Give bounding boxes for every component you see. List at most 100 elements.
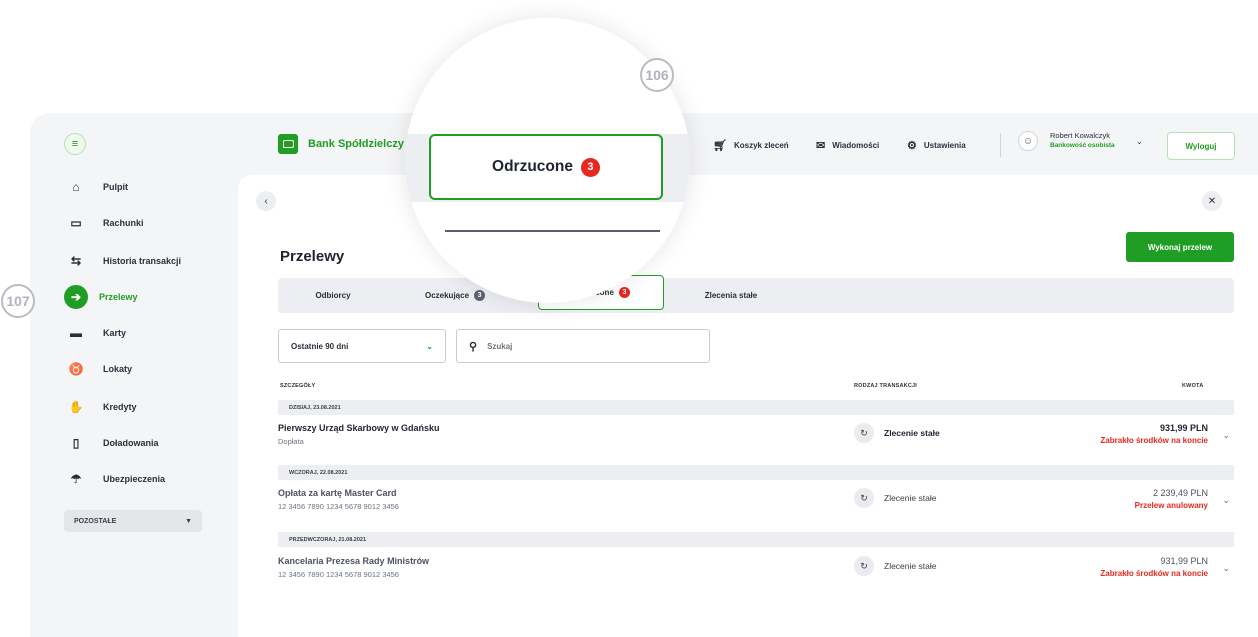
bank-logo[interactable]: Bank Spółdzielczy: [278, 134, 404, 154]
tabs-bar: Odbiorcy Oczekujące 3 Odrzucone 3 Zlecen…: [278, 275, 1234, 313]
sidebar-item-rachunki[interactable]: ▭ Rachunki: [68, 211, 144, 235]
transaction-status: Przelew anulowany: [1134, 501, 1208, 510]
date-separator: WCZORAJ, 22.08.2021: [278, 465, 1234, 480]
transaction-subtitle: Dopłata: [278, 437, 304, 446]
menu-toggle-button[interactable]: ≡: [64, 133, 86, 155]
transaction-row[interactable]: Pierwszy Urząd Skarbowy w Gdańsku Dopłat…: [278, 415, 1234, 463]
transaction-status: Zabrakło środków na koncie: [1100, 569, 1208, 578]
hand-coin-icon: ✋: [68, 400, 84, 414]
chevron-down-icon[interactable]: ⌄: [1222, 563, 1230, 574]
back-button[interactable]: ‹: [256, 191, 276, 211]
sidebar-item-ubezpieczenia[interactable]: ☂ Ubezpieczenia: [68, 467, 165, 491]
tab-label: Oczekujące: [424, 291, 470, 300]
column-header-details: SZCZEGÓŁY: [280, 383, 316, 389]
chevron-left-icon: ‹: [264, 195, 268, 207]
sidebar-item-historia[interactable]: ⇆ Historia transakcji: [68, 249, 181, 273]
cart-label: Koszyk zleceń: [733, 141, 789, 150]
transaction-amount: 2 239,49 PLN: [1152, 488, 1208, 498]
sidebar-item-przelewy[interactable]: ➔ Przelewy: [64, 285, 138, 309]
period-select[interactable]: Ostatnie 90 dni ⌄: [278, 329, 446, 363]
sidebar-item-pulpit[interactable]: ⌂ Pulpit: [68, 175, 128, 199]
date-separator: DZISIAJ, 23.08.2021: [278, 400, 1234, 415]
gear-icon: ⚙: [907, 140, 917, 152]
user-name[interactable]: Robert Kowalczyk: [1050, 131, 1110, 140]
hamburger-icon: ≡: [71, 138, 79, 150]
sidebar-more-dropdown[interactable]: POZOSTAŁE ▼: [64, 510, 202, 532]
user-avatar-icon[interactable]: ☺: [1018, 131, 1038, 151]
tab-label: Zlecenia stałe: [704, 291, 758, 300]
tab-label: Odbiorcy: [315, 291, 351, 300]
chevron-down-icon[interactable]: ⌄: [1222, 430, 1230, 441]
page-title: Przelewy: [280, 248, 345, 265]
sidebar-item-label: Rachunki: [103, 218, 144, 228]
count-badge: 3: [580, 157, 600, 177]
sidebar-item-label: Doładowania: [103, 438, 159, 448]
magnified-tab-label: Odrzucone: [492, 158, 573, 175]
column-header-type: RODZAJ TRANSAKCJI: [854, 383, 917, 389]
sidebar-item-label: Ubezpieczenia: [103, 474, 166, 484]
close-button[interactable]: ✕: [1202, 191, 1222, 211]
sidebar-item-doladowania[interactable]: ▯ Doładowania: [68, 431, 159, 455]
transfer-arrows-icon: ⇆: [70, 254, 82, 268]
transaction-type: Zlecenie stałe: [884, 493, 937, 503]
callout-marker: 106: [640, 58, 674, 92]
sidebar-item-label: Pulpit: [103, 182, 128, 192]
recurring-order-icon: ↻: [854, 556, 874, 576]
sidebar-more-label: POZOSTAŁE: [74, 517, 117, 525]
cart-icon: 🛒︎: [713, 140, 727, 152]
home-icon: ⌂: [72, 180, 80, 194]
cart-link[interactable]: 🛒︎ Koszyk zleceń: [713, 139, 789, 152]
transaction-type: Zlecenie stałe: [884, 428, 940, 438]
count-badge: 3: [474, 290, 486, 301]
transaction-amount: 931,99 PLN: [1159, 423, 1208, 433]
count-badge: 3: [618, 287, 630, 298]
bank-name: Bank Spółdzielczy: [308, 138, 404, 150]
chevron-down-icon[interactable]: ⌄: [1136, 137, 1143, 146]
chevron-down-icon[interactable]: ⌄: [1222, 495, 1230, 506]
sidebar-item-label: Karty: [103, 328, 127, 338]
user-role: Bankowość osobista: [1050, 142, 1115, 149]
search-field[interactable]: ⚲: [456, 329, 710, 363]
bank-logo-icon: [278, 134, 298, 154]
phone-icon: ▯: [72, 436, 80, 450]
caret-down-icon: ▼: [185, 517, 192, 525]
transaction-subtitle: 12 3456 7890 1234 5678 9012 3456: [278, 502, 399, 511]
sidebar-item-karty[interactable]: ▬ Karty: [68, 321, 126, 345]
transaction-title: Pierwszy Urząd Skarbowy w Gdańsku: [278, 423, 440, 433]
transaction-row[interactable]: Kancelaria Prezesa Rady Ministrów 12 345…: [278, 548, 1234, 596]
umbrella-icon: ☂: [70, 472, 82, 486]
transaction-type: Zlecenie stałe: [884, 561, 937, 571]
transaction-title: Kancelaria Prezesa Rady Ministrów: [278, 556, 430, 566]
piggy-bank-icon: ♉: [68, 362, 84, 376]
callout-marker: 107: [1, 284, 35, 318]
search-icon: ⚲: [469, 340, 478, 353]
settings-link[interactable]: ⚙ Ustawienia: [907, 139, 966, 152]
make-transfer-button[interactable]: Wykonaj przelew: [1126, 232, 1234, 262]
tab-odbiorcy[interactable]: Odbiorcy: [278, 278, 388, 313]
transaction-status: Zabrakło środków na koncie: [1100, 436, 1208, 445]
topbar-divider: [1000, 133, 1001, 157]
search-input[interactable]: [487, 341, 688, 351]
sidebar-item-lokaty[interactable]: ♉ Lokaty: [68, 357, 133, 381]
transaction-title: Opłata za kartę Master Card: [278, 488, 397, 498]
sidebar-item-label: Lokaty: [103, 364, 133, 374]
close-icon: ✕: [1207, 195, 1217, 207]
sidebar-item-label: Historia transakcji: [103, 256, 182, 266]
magnified-tab-odrzucone: Odrzucone 3: [429, 134, 663, 200]
sidebar-item-kredyty[interactable]: ✋ Kredyty: [68, 395, 137, 419]
main-panel: ‹ ✕ Przelewy Wykonaj przelew Odbiorcy Oc…: [238, 175, 1258, 637]
arrow-right-circle-icon: ➔: [64, 285, 88, 309]
envelope-icon: ✉: [816, 140, 826, 152]
transaction-subtitle: 12 3456 7890 1234 5678 9012 3456: [278, 570, 399, 579]
logout-button[interactable]: Wyloguj: [1167, 132, 1235, 160]
messages-label: Wiadomości: [832, 141, 880, 150]
wallet-icon: ▭: [70, 216, 82, 230]
sidebar-item-label: Kredyty: [103, 402, 137, 412]
messages-link[interactable]: ✉ Wiadomości: [816, 139, 879, 152]
column-header-amount: KWOTA: [1182, 383, 1204, 389]
chevron-down-icon: ⌄: [426, 341, 433, 351]
transaction-row[interactable]: Opłata za kartę Master Card 12 3456 7890…: [278, 480, 1234, 528]
period-value: Ostatnie 90 dni: [291, 341, 349, 351]
card-icon: ▬: [70, 326, 82, 340]
tab-zlecenia-stale[interactable]: Zlecenia stałe: [666, 278, 796, 313]
